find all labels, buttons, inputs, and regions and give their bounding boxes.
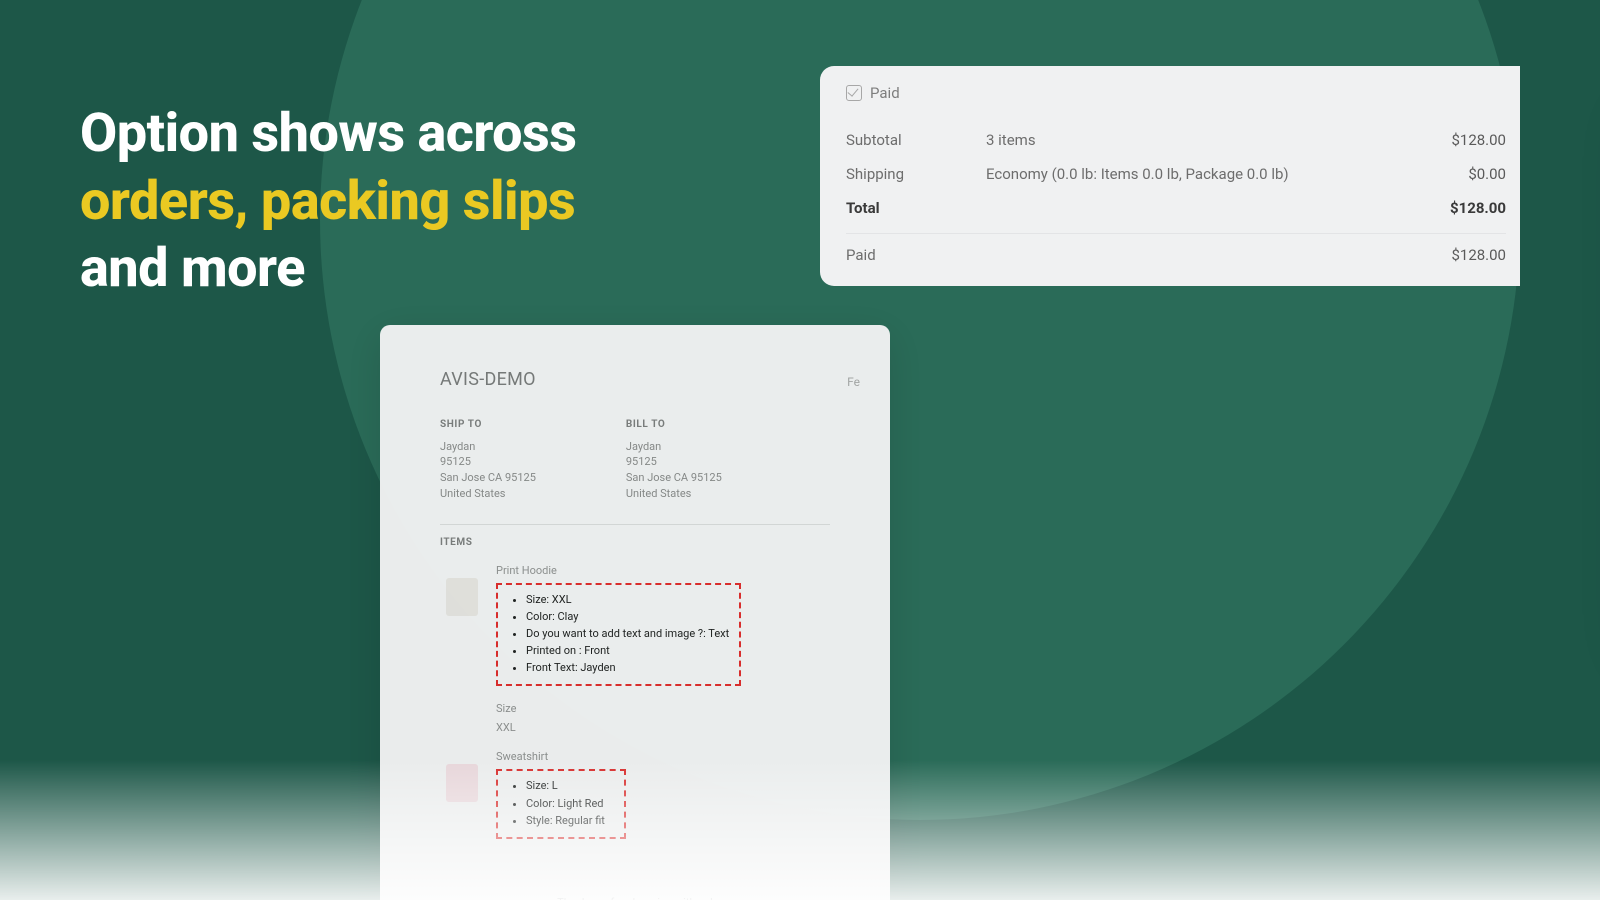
items-header: ITEMS <box>440 537 830 548</box>
slip-option: Color: Clay <box>526 608 729 625</box>
paid-badge: Paid <box>846 84 900 102</box>
bill-city: San Jose CA 95125 <box>626 470 722 486</box>
hero-line-1: Option shows across <box>80 100 576 168</box>
slip-option: Style: Regular fit <box>526 812 614 829</box>
slip-date-fragment: Fe <box>847 375 860 389</box>
slip-option: Color: Light Red <box>526 795 614 812</box>
bill-to-block: BILL TO Jaydan 95125 San Jose CA 95125 U… <box>626 418 722 502</box>
bill-country: United States <box>626 486 722 502</box>
ship-name: Jaydan <box>440 439 536 455</box>
summary-row-total: Total $128.00 <box>846 191 1520 225</box>
summary-value: $128.00 <box>1386 199 1506 217</box>
ship-zip: 95125 <box>440 454 536 470</box>
summary-value: $128.00 <box>1386 131 1506 149</box>
summary-label: Total <box>846 199 986 217</box>
slip-option: Size: L <box>526 777 614 794</box>
slip-option: Printed on : Front <box>526 642 729 659</box>
slip-variant: XXL <box>496 721 516 734</box>
paid-label: Paid <box>870 84 900 102</box>
slip-option: Size: XXL <box>526 591 729 608</box>
summary-value: $128.00 <box>1386 246 1506 264</box>
hero-line-2-highlight: orders, packing slips <box>80 168 576 236</box>
address-row: SHIP TO Jaydan 95125 San Jose CA 95125 U… <box>440 418 830 502</box>
ship-to-block: SHIP TO Jaydan 95125 San Jose CA 95125 U… <box>440 418 536 502</box>
bill-to-header: BILL TO <box>626 418 722 433</box>
order-card-paid: Paid Subtotal 3 items $128.00 Shipping E… <box>820 66 1520 286</box>
packing-slip-panel: AVIS-DEMO Fe SHIP TO Jaydan 95125 San Jo… <box>380 325 890 900</box>
summary-value: $0.00 <box>1386 165 1506 183</box>
check-icon <box>846 85 862 101</box>
summary-mid: Economy (0.0 lb: Items 0.0 lb, Package 0… <box>986 165 1386 183</box>
slip-product-name: Print Hoodie <box>496 564 741 577</box>
ship-city: San Jose CA 95125 <box>440 470 536 486</box>
slip-product-name: Size <box>496 702 516 715</box>
slip-product-name: Sweatshirt <box>496 750 626 763</box>
summary-row-paid: Paid $128.00 <box>846 238 1520 272</box>
bill-name: Jaydan <box>626 439 722 455</box>
summary-label: Subtotal <box>846 131 986 149</box>
product-thumb <box>446 764 478 802</box>
summary-row-subtotal: Subtotal 3 items $128.00 <box>846 123 1520 157</box>
slip-item: Size XXL <box>446 702 830 734</box>
summary-row-shipping: Shipping Economy (0.0 lb: Items 0.0 lb, … <box>846 157 1520 191</box>
option-highlight-box: Size: L Color: Light Red Style: Regular … <box>496 769 626 838</box>
hero-headline: Option shows across orders, packing slip… <box>80 100 576 303</box>
bill-zip: 95125 <box>626 454 722 470</box>
option-highlight-box: Size: XXL Color: Clay Do you want to add… <box>496 583 741 686</box>
divider <box>846 233 1506 234</box>
hero-line-3: and more <box>80 235 576 303</box>
slip-option: Front Text: Jayden <box>526 659 729 676</box>
divider <box>440 524 830 525</box>
slip-thanks: Thank you for shopping with us! <box>380 896 890 900</box>
store-name: AVIS-DEMO <box>440 369 830 390</box>
ship-country: United States <box>440 486 536 502</box>
product-thumb <box>446 578 478 616</box>
slip-option: Do you want to add text and image ?: Tex… <box>526 625 729 642</box>
slip-item: Sweatshirt Size: L Color: Light Red Styl… <box>446 750 830 838</box>
summary-label: Shipping <box>846 165 986 183</box>
summary-mid: 3 items <box>986 131 1386 149</box>
ship-to-header: SHIP TO <box>440 418 536 433</box>
summary-label: Paid <box>846 246 986 264</box>
slip-item: Print Hoodie Size: XXL Color: Clay Do yo… <box>446 564 830 686</box>
